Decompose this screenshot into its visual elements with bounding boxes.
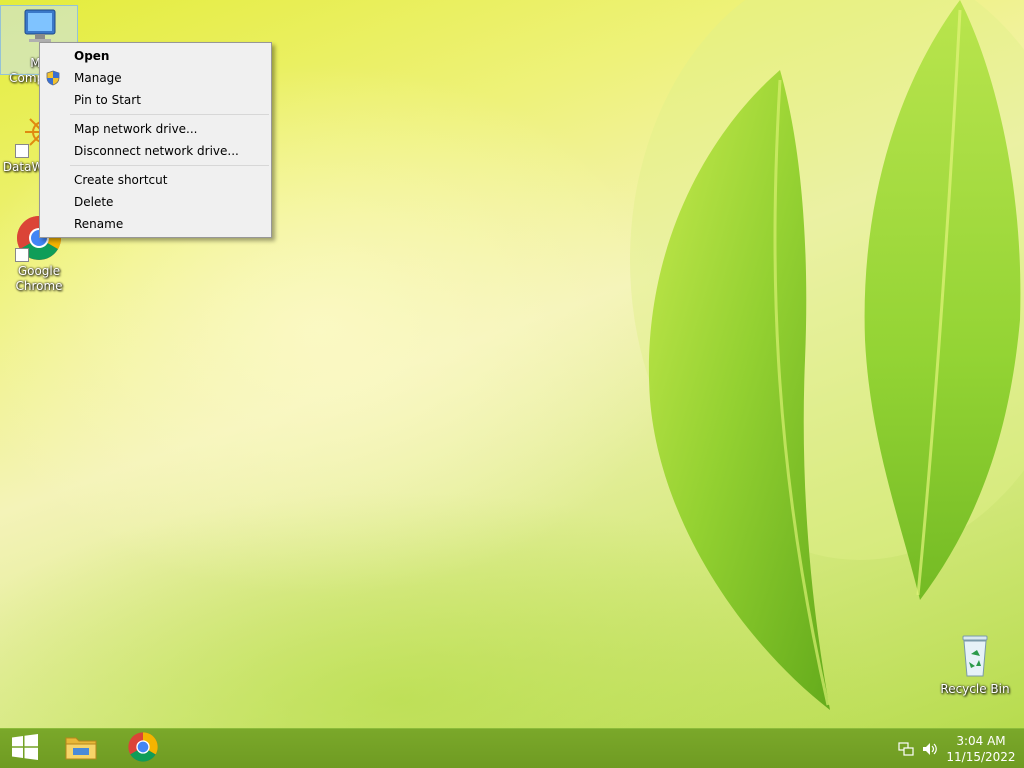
menu-item-label: Rename	[74, 217, 124, 231]
clock-date: 11/15/2022	[946, 750, 1016, 764]
volume-icon[interactable]	[922, 741, 938, 757]
menu-separator	[70, 165, 269, 166]
taskbar-file-explorer-button[interactable]	[56, 729, 106, 768]
desktop-icon-label: Recycle Bin	[940, 682, 1010, 696]
menu-item-label: Delete	[74, 195, 114, 209]
desktop-icon-label: Google Chrome	[15, 264, 63, 293]
menu-item-map-network-drive[interactable]: Map network drive...	[40, 118, 271, 140]
desktop-icon-recycle-bin[interactable]: Recycle Bin	[937, 632, 1013, 697]
clock-time: 3:04 AM	[956, 734, 1006, 748]
shortcut-arrow-icon	[15, 144, 29, 158]
context-menu: Open Manage Pin to Start Map network dri…	[39, 42, 272, 238]
menu-item-disconnect-network-drive[interactable]: Disconnect network drive...	[40, 140, 271, 162]
desktop[interactable]: My Computer DataWarrior	[0, 0, 1024, 768]
menu-item-delete[interactable]: Delete	[40, 191, 271, 213]
network-icon[interactable]	[898, 741, 914, 757]
menu-item-manage[interactable]: Manage	[40, 67, 271, 89]
menu-item-label: Disconnect network drive...	[74, 144, 239, 158]
menu-separator	[70, 114, 269, 115]
menu-item-label: Manage	[74, 71, 122, 85]
shortcut-arrow-icon	[15, 248, 29, 262]
menu-item-label: Create shortcut	[74, 173, 168, 187]
taskbar-chrome-button[interactable]	[118, 729, 168, 768]
menu-item-create-shortcut[interactable]: Create shortcut	[40, 169, 271, 191]
recycle-bin-icon	[951, 632, 999, 680]
menu-item-open[interactable]: Open	[40, 45, 271, 67]
menu-item-rename[interactable]: Rename	[40, 213, 271, 235]
menu-item-label: Pin to Start	[74, 93, 141, 107]
system-clock[interactable]: 3:04 AM 11/15/2022	[945, 733, 1017, 765]
menu-item-pin-to-start[interactable]: Pin to Start	[40, 89, 271, 111]
menu-item-label: Map network drive...	[74, 122, 198, 136]
taskbar: 3:04 AM 11/15/2022	[0, 728, 1024, 768]
menu-item-label: Open	[74, 49, 110, 63]
windows-logo-icon	[11, 733, 39, 764]
start-button[interactable]	[0, 729, 50, 768]
file-explorer-icon	[64, 732, 98, 766]
chrome-icon	[127, 731, 159, 767]
